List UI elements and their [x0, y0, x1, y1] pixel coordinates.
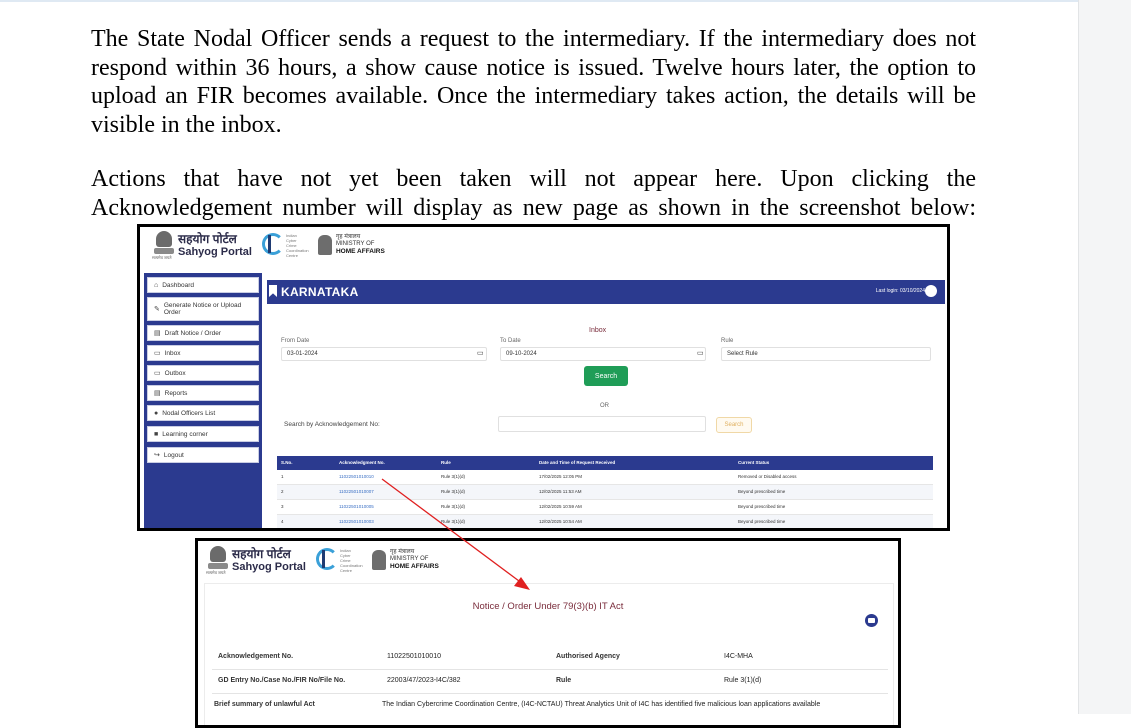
link-arrow	[381, 478, 530, 590]
arrow-line	[381, 478, 524, 585]
